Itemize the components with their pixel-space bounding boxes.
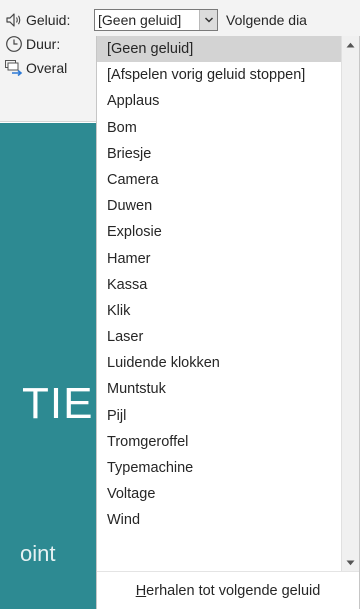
slide-footer-text: oint — [20, 541, 56, 566]
chevron-down-icon[interactable] — [199, 10, 217, 30]
sound-label: Geluid: — [26, 12, 71, 28]
scrollbar-track[interactable] — [343, 54, 358, 553]
sound-option[interactable]: Briesje — [97, 141, 343, 167]
scroll-down-arrow-icon[interactable] — [342, 554, 359, 571]
sound-option[interactable]: Applaus — [97, 88, 343, 114]
loop-until-next-sound-option[interactable]: Herhalen tot volgende geluid — [97, 571, 359, 609]
sound-option[interactable]: Duwen — [97, 193, 343, 219]
sound-option[interactable]: Tromgeroffel — [97, 429, 343, 455]
speaker-icon — [4, 10, 24, 30]
sound-row: Geluid: — [4, 9, 70, 31]
sound-option[interactable]: Luidende klokken — [97, 350, 343, 376]
sound-option[interactable]: Explosie — [97, 219, 343, 245]
loop-option-accesskey: H — [135, 582, 147, 599]
sound-option[interactable]: Voltage — [97, 481, 343, 507]
duration-label: Duur: — [26, 36, 61, 52]
clock-icon — [4, 34, 24, 54]
sound-options: [Geen geluid] [Afspelen vorig geluid stop… — [97, 36, 343, 571]
sound-option[interactable]: [Geen geluid] — [97, 36, 343, 63]
apply-all-row[interactable]: Overal — [4, 57, 67, 79]
apply-all-label: Overal — [26, 60, 68, 76]
sound-option[interactable]: Bom — [97, 115, 343, 141]
slide-preview: TIE oint — [0, 123, 96, 609]
scroll-up-arrow-icon[interactable] — [342, 36, 359, 53]
sound-option[interactable]: Camera — [97, 167, 343, 193]
duration-row: Duur: — [4, 33, 60, 55]
sound-option[interactable]: [Afspelen vorig geluid stoppen] — [97, 62, 343, 88]
sound-select-value: [Geen geluid] — [98, 12, 182, 28]
sound-option[interactable]: Pijl — [97, 403, 343, 429]
sound-option[interactable]: Wind — [97, 507, 343, 533]
sound-option[interactable]: Laser — [97, 324, 343, 350]
slide-title-text: TIE — [22, 379, 94, 428]
sound-select[interactable]: [Geen geluid] — [94, 9, 218, 31]
sound-option[interactable]: Klik — [97, 298, 343, 324]
next-slide-option[interactable]: Volgende dia — [226, 9, 307, 31]
sound-option[interactable]: Typemachine — [97, 455, 343, 481]
loop-option-label: erhalen tot volgende geluid — [146, 582, 321, 599]
sound-option[interactable]: Kassa — [97, 272, 343, 298]
apply-all-icon — [4, 58, 24, 78]
sound-dropdown-list: [Geen geluid] [Afspelen vorig geluid stop… — [96, 36, 360, 609]
dropdown-scrollbar[interactable] — [341, 36, 359, 571]
sound-option[interactable]: Hamer — [97, 246, 343, 272]
sound-option[interactable]: Muntstuk — [97, 376, 343, 402]
